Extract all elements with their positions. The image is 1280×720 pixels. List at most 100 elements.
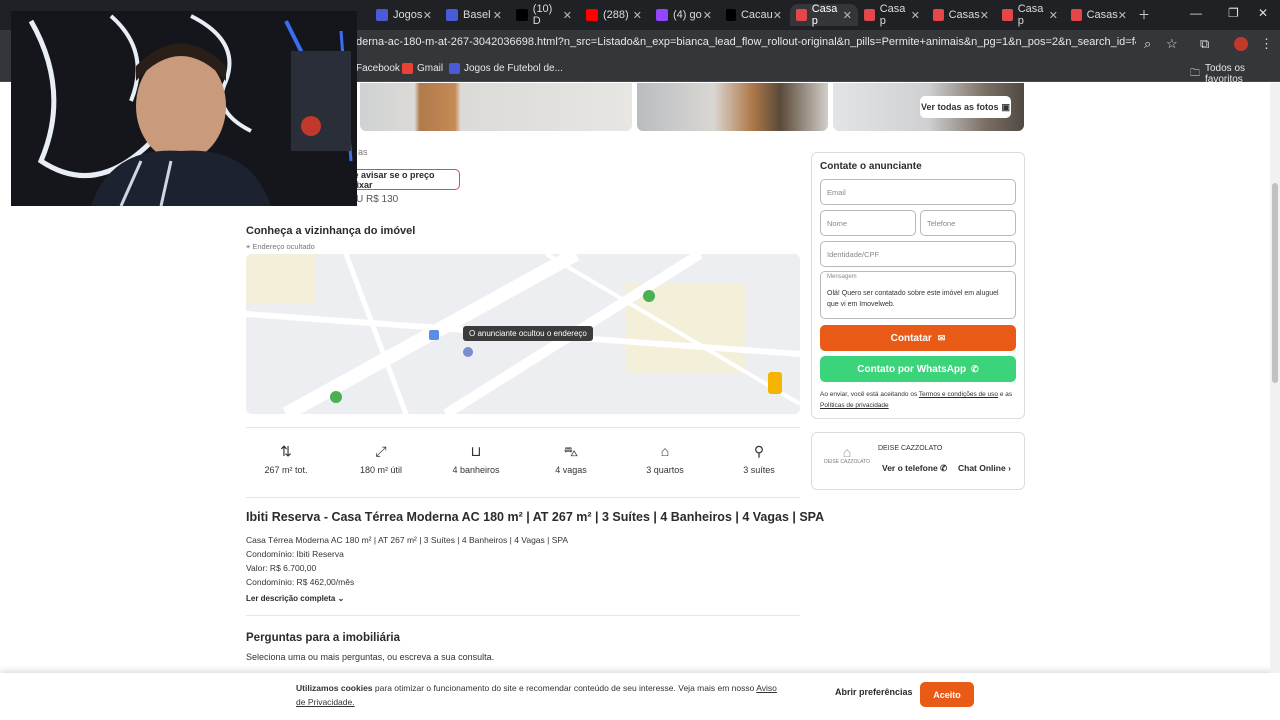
feature-label: 3 quartos: [646, 465, 684, 475]
bookmark-gmail[interactable]: Gmail: [402, 63, 443, 74]
terms-text: Ao enviar, você está aceitando os Termos…: [820, 389, 1018, 411]
tab-favicon-icon: [1071, 9, 1082, 21]
close-tab-icon[interactable]: ✕: [843, 9, 852, 22]
phone-field[interactable]: Telefone: [920, 210, 1016, 236]
chat-online-link[interactable]: Chat Online ›: [958, 463, 1011, 473]
close-tab-icon[interactable]: ✕: [1118, 9, 1127, 22]
gmail-icon: [402, 63, 413, 74]
browser-tab[interactable]: Cacau ✕: [720, 4, 788, 26]
button-label: Contato por WhatsApp: [857, 363, 967, 375]
browser-tab[interactable]: (10) D ✕: [510, 3, 578, 27]
close-window-icon[interactable]: ✕: [1258, 6, 1268, 20]
tab-favicon-icon: [933, 9, 944, 21]
divider: [246, 497, 800, 498]
tab-label: (288): [603, 9, 629, 21]
area-total-icon: ⇅: [280, 443, 292, 459]
tab-favicon-icon: [376, 9, 388, 21]
menu-icon[interactable]: ⋮: [1260, 36, 1273, 52]
address-hidden: ⌖ Endereço ocultado: [246, 242, 315, 252]
contact-title: Contate o anunciante: [820, 161, 922, 172]
browser-tab[interactable]: (4) go ✕: [650, 4, 718, 26]
listing-title: Ibiti Reserva - Casa Térrea Moderna AC 1…: [246, 510, 825, 524]
house-logo-icon: ⌂: [842, 444, 852, 460]
maximize-icon[interactable]: ❐: [1228, 6, 1239, 20]
close-tab-icon[interactable]: ✕: [1049, 9, 1058, 22]
profile-avatar[interactable]: [1234, 37, 1248, 51]
browser-tab[interactable]: (288) ✕: [580, 4, 648, 26]
read-more-link[interactable]: Ler descrição completa ⌄: [246, 594, 344, 603]
bookmark-star-icon[interactable]: ☆: [1166, 36, 1178, 52]
message-text: Olá! Quero ser contatado sobre este imóv…: [827, 290, 999, 308]
close-tab-icon[interactable]: ✕: [633, 9, 642, 22]
tab-label: Casas: [948, 9, 980, 21]
tab-favicon-icon: [656, 9, 668, 21]
bookmark-label: Jogos de Futebol de...: [464, 63, 563, 74]
close-tab-icon[interactable]: ✕: [563, 9, 572, 22]
cookie-bold: Utilizamos cookies: [296, 683, 373, 693]
close-tab-icon[interactable]: ✕: [703, 9, 712, 22]
contact-button[interactable]: Contatar ✉: [820, 325, 1016, 351]
feature-label: 3 suítes: [743, 465, 775, 475]
whatsapp-button[interactable]: Contato por WhatsApp ✆: [820, 356, 1016, 382]
url-field[interactable]: derna-ac-180-m-at-267-3042036698.html?n_…: [356, 36, 1136, 48]
tab-favicon-icon: [446, 9, 458, 21]
favorites-label: Todos os favoritos: [1205, 63, 1246, 85]
accept-cookies-button[interactable]: Aceito: [920, 682, 974, 707]
bookmark-jogos[interactable]: Jogos de Futebol de...: [449, 63, 563, 74]
photo-thumbnail[interactable]: [360, 83, 632, 131]
browser-tab[interactable]: Casa p ✕: [790, 3, 858, 27]
webcam-image: [11, 11, 357, 206]
photo-thumbnail[interactable]: Ver todas as fotos ▣: [833, 83, 1024, 131]
bookmark-label: Facebook: [356, 63, 400, 74]
view-phone-link[interactable]: Ver o telefone ✆: [882, 463, 947, 474]
tab-label: Basel: [463, 9, 491, 21]
browser-tab[interactable]: Casa p ✕: [858, 3, 926, 27]
gallery-icon: ▣: [1001, 101, 1011, 112]
photo-thumbnail[interactable]: [637, 83, 828, 131]
zoom-icon[interactable]: ⌕: [1144, 36, 1151, 52]
privacy-link[interactable]: Políticas de privacidade: [820, 402, 889, 409]
cookie-banner: Utilizamos cookies para otimizar o funci…: [0, 673, 1280, 720]
terms-link[interactable]: Termos e condições de uso: [919, 391, 998, 398]
browser-tab[interactable]: Casa p ✕: [996, 3, 1064, 27]
cookie-text: Utilizamos cookies para otimizar o funci…: [296, 681, 786, 709]
tab-favicon-icon: [1002, 9, 1013, 21]
feature-area-total: ⇅ 267 m² tot.: [246, 443, 326, 475]
close-tab-icon[interactable]: ✕: [911, 9, 920, 22]
see-all-photos-button[interactable]: Ver todas as fotos ▣: [920, 96, 1011, 118]
new-tab-icon[interactable]: ＋: [1138, 6, 1150, 23]
close-tab-icon[interactable]: ✕: [423, 9, 432, 22]
scrollbar[interactable]: [1270, 83, 1280, 673]
close-tab-icon[interactable]: ✕: [980, 9, 989, 22]
divider: [246, 615, 800, 616]
button-label: Ver todas as fotos: [920, 102, 999, 112]
open-preferences-button[interactable]: Abrir preferências: [835, 687, 913, 697]
feature-label: 4 vagas: [555, 465, 587, 475]
close-tab-icon[interactable]: ✕: [493, 9, 502, 22]
tab-favicon-icon: [796, 9, 807, 21]
close-tab-icon[interactable]: ✕: [773, 9, 782, 22]
bookmark-facebook[interactable]: Facebook: [356, 63, 400, 74]
browser-tab[interactable]: Basel ✕: [440, 4, 508, 26]
message-field[interactable]: Mensagem Olá! Quero ser contatado sobre …: [820, 271, 1016, 319]
button-label: Contatar: [890, 332, 932, 344]
tab-label: Cacau: [740, 9, 773, 21]
minimize-icon[interactable]: —: [1190, 6, 1202, 20]
extensions-icon[interactable]: ⧉: [1200, 36, 1209, 52]
tab-favicon-icon: [586, 9, 598, 21]
id-field[interactable]: Identidade/CPF: [820, 241, 1016, 267]
agency-name: DEISE CAZZOLATO: [878, 445, 943, 452]
message-label: Mensagem: [827, 274, 857, 280]
name-field[interactable]: Nome: [820, 210, 916, 236]
browser-tab[interactable]: Jogos ✕: [370, 4, 438, 26]
feature-bedrooms: ⌂ 3 quartos: [625, 443, 705, 475]
tab-favicon-icon: [516, 9, 528, 21]
email-field[interactable]: Email: [820, 179, 1016, 205]
price-alert-button[interactable]: Me avisar se o preço baixar: [345, 169, 460, 190]
neighborhood-title: Conheça a vizinhança do imóvel: [246, 225, 416, 237]
browser-tab[interactable]: Casas ✕: [1065, 4, 1133, 26]
chevron-down-icon: ⌄: [337, 594, 345, 603]
scrollbar-thumb[interactable]: [1272, 183, 1278, 383]
browser-tab[interactable]: Casas ✕: [927, 4, 995, 26]
all-favorites[interactable]: 🗀 Todos os favoritos: [1190, 63, 1280, 85]
